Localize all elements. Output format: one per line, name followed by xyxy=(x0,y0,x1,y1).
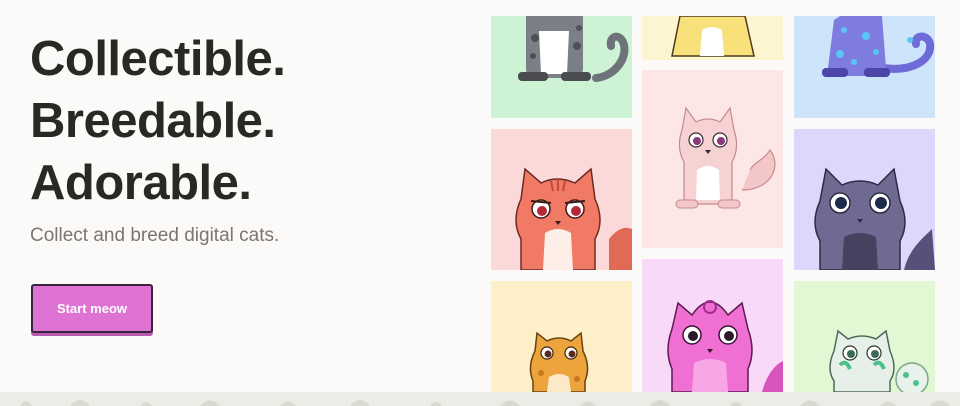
headline-line-1: Collectible. xyxy=(30,32,286,86)
headline: Collectible. Breedable. Adorable. xyxy=(30,28,470,214)
hero-text: Collectible. Breedable. Adorable. Collec… xyxy=(30,28,470,249)
blue-spotted-cat-icon xyxy=(822,16,935,77)
cat-tile-green-white[interactable] xyxy=(794,281,935,392)
headline-line-2: Breedable. xyxy=(30,94,276,148)
cat-tile-red-tabby[interactable] xyxy=(491,129,632,270)
cat-tile-blue-spotted[interactable] xyxy=(794,16,935,118)
headline-line-3: Adorable. xyxy=(30,156,252,210)
pink-fluffy-cat-icon xyxy=(675,106,776,209)
start-meow-button[interactable]: Start meow xyxy=(31,284,153,333)
cat-tile-pink-fluffy[interactable] xyxy=(642,70,783,248)
hero-subtitle: Collect and breed digital cats. xyxy=(30,225,280,246)
cat-silhouettes-pattern-icon xyxy=(20,400,950,406)
yellow-cat-icon xyxy=(671,16,755,57)
orange-cat-icon xyxy=(529,331,589,392)
cat-tile-gray-spotted[interactable] xyxy=(491,16,632,118)
green-white-cat-icon xyxy=(829,329,929,392)
red-tabby-cat-icon xyxy=(515,167,632,270)
cat-tile-purple-gray[interactable] xyxy=(794,129,935,270)
cat-tile-magenta[interactable] xyxy=(642,259,783,392)
cat-tile-yellow[interactable] xyxy=(642,16,783,60)
purple-gray-cat-icon xyxy=(814,167,935,270)
magenta-cat-icon xyxy=(667,300,783,392)
gray-spotted-cat-icon xyxy=(518,16,629,82)
cat-tile-orange[interactable] xyxy=(491,281,632,392)
decorative-bottom-strip xyxy=(0,392,960,406)
